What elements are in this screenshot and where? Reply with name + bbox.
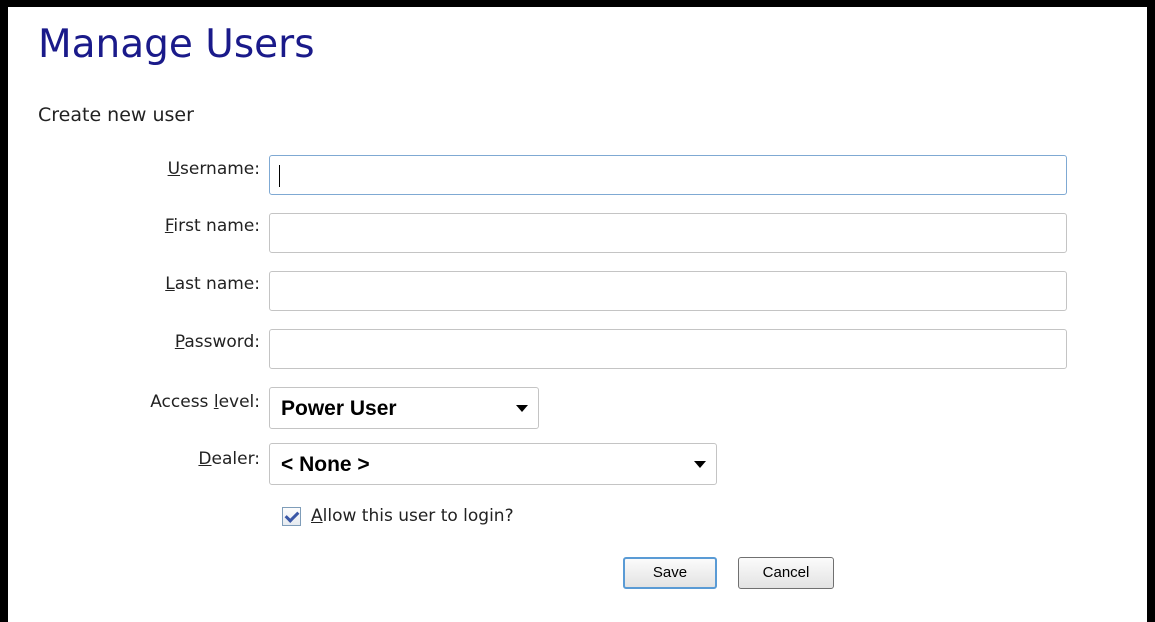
first-name-field[interactable] [269, 213, 1067, 253]
save-button[interactable]: Save [623, 557, 717, 589]
page-title: Manage Users [38, 22, 315, 67]
username-label: Username: [167, 159, 260, 179]
window-frame-right [1147, 0, 1155, 622]
cancel-button[interactable]: Cancel [738, 557, 834, 589]
dealer-value: < None > [281, 453, 370, 476]
allow-login-checkbox[interactable] [282, 507, 301, 526]
access-level-value: Power User [281, 397, 397, 420]
password-field[interactable] [269, 329, 1067, 369]
username-field[interactable] [269, 155, 1067, 195]
chevron-down-icon [694, 461, 706, 468]
dealer-select[interactable]: < None > [269, 443, 717, 485]
dealer-label: Dealer: [198, 449, 260, 469]
access-level-select[interactable]: Power User [269, 387, 539, 429]
chevron-down-icon [516, 405, 528, 412]
window-frame-top [0, 0, 1155, 7]
window-frame-left [0, 0, 8, 622]
last-name-field[interactable] [269, 271, 1067, 311]
last-name-label: Last name: [165, 274, 260, 294]
checkmark-icon [284, 508, 300, 523]
text-caret [279, 165, 280, 187]
password-label: Password: [174, 332, 260, 352]
first-name-label: First name: [164, 216, 260, 236]
allow-login-label[interactable]: Allow this user to login? [311, 508, 514, 525]
access-level-label: Access level: [150, 392, 260, 412]
section-subtitle: Create new user [38, 104, 194, 126]
